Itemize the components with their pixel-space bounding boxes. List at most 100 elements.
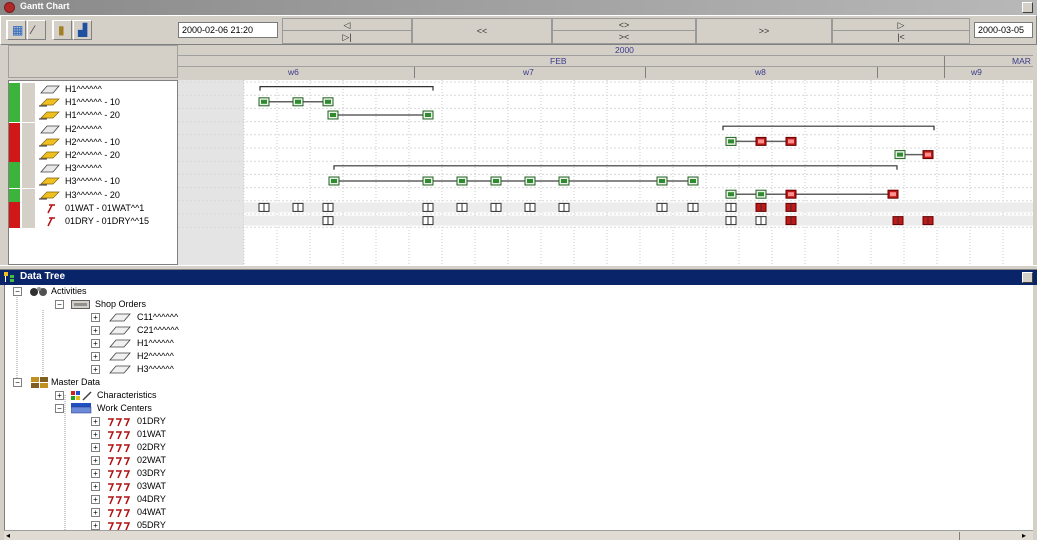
gantt-row-label[interactable]: H2^^^^^^ bbox=[9, 122, 179, 136]
gantt-row-label[interactable]: 01WAT - 01WAT^^1 bbox=[9, 201, 179, 215]
expand-toggle[interactable]: + bbox=[55, 391, 64, 400]
zoom-in-button[interactable]: <> bbox=[553, 19, 695, 31]
gantt-row-label[interactable]: 01DRY - 01DRY^^15 bbox=[9, 215, 179, 228]
gantt-bar-fill[interactable] bbox=[897, 152, 903, 157]
delete-button[interactable]: ▮ bbox=[53, 20, 72, 40]
gantt-bar-fill[interactable] bbox=[330, 113, 336, 117]
gantt-chart-canvas[interactable] bbox=[178, 80, 1033, 265]
gantt-bar-fill[interactable] bbox=[758, 139, 764, 144]
row-selector[interactable] bbox=[22, 135, 35, 149]
gantt-bar-fill[interactable] bbox=[890, 192, 896, 197]
tree-label: C21^^^^^^ bbox=[137, 325, 179, 335]
row-selector[interactable] bbox=[22, 175, 35, 189]
shop-order-icon bbox=[109, 352, 131, 361]
gantt-row-label[interactable]: H3^^^^^^ - 10 bbox=[9, 175, 179, 189]
chart-config-button[interactable]: ▟ bbox=[73, 20, 92, 40]
gantt-bar-fill[interactable] bbox=[690, 179, 696, 183]
work-center-icon bbox=[108, 509, 131, 518]
scroll-left-button[interactable]: ◁ bbox=[283, 19, 411, 31]
row-selector[interactable] bbox=[22, 109, 35, 123]
gantt-bar-fill[interactable] bbox=[493, 179, 499, 183]
expand-toggle[interactable]: + bbox=[91, 339, 100, 348]
tree-label: Shop Orders bbox=[95, 299, 147, 309]
row-selector[interactable] bbox=[22, 162, 35, 176]
gantt-chart-area[interactable] bbox=[178, 80, 1033, 265]
gantt-bar-fill[interactable] bbox=[925, 152, 931, 157]
zoom-out-button[interactable]: >< bbox=[553, 31, 695, 43]
gantt-bar-fill[interactable] bbox=[527, 179, 533, 183]
expand-toggle[interactable]: + bbox=[91, 365, 100, 374]
gantt-bar-fill[interactable] bbox=[425, 179, 431, 183]
scroll-end-button[interactable]: |< bbox=[833, 31, 969, 43]
expand-toggle[interactable]: + bbox=[91, 495, 100, 504]
gantt-bar-fill[interactable] bbox=[728, 192, 734, 197]
gantt-row-label[interactable]: H3^^^^^^ - 20 bbox=[9, 188, 179, 202]
gantt-bar-fill[interactable] bbox=[788, 139, 794, 144]
row-selector[interactable] bbox=[22, 215, 35, 228]
row-label-text: 01WAT - 01WAT^^1 bbox=[65, 202, 145, 213]
gantt-row-label[interactable]: H1^^^^^^ - 20 bbox=[9, 109, 179, 123]
display-settings-button[interactable]: ▦ bbox=[7, 20, 26, 40]
row-selector[interactable] bbox=[22, 188, 35, 202]
gantt-row-label[interactable]: H1^^^^^^ bbox=[9, 83, 179, 96]
expand-toggle[interactable]: + bbox=[91, 521, 100, 530]
expand-toggle[interactable]: + bbox=[91, 508, 100, 517]
gantt-bar-fill[interactable] bbox=[659, 179, 665, 183]
gantt-bar-fill[interactable] bbox=[728, 139, 734, 144]
gantt-bar-fill[interactable] bbox=[758, 192, 764, 197]
work-center-icon bbox=[108, 496, 131, 505]
scroll-left-arrow-icon[interactable]: ◂ bbox=[6, 531, 10, 540]
gantt-bar-fill[interactable] bbox=[261, 99, 267, 104]
gantt-row-label[interactable]: H2^^^^^^ - 10 bbox=[9, 135, 179, 149]
window-control-button[interactable] bbox=[1022, 2, 1033, 13]
scroll-right-button[interactable]: ▷ bbox=[833, 19, 969, 31]
edit-button[interactable]: ⁄ bbox=[27, 20, 46, 40]
expand-toggle[interactable]: + bbox=[91, 430, 100, 439]
shop-order-icon bbox=[109, 313, 131, 322]
scrollbar-thumb[interactable] bbox=[959, 532, 967, 540]
expand-toggle[interactable]: + bbox=[91, 482, 100, 491]
work-center-icon bbox=[108, 457, 131, 466]
gantt-bar-fill[interactable] bbox=[425, 113, 431, 117]
row-selector[interactable] bbox=[22, 96, 35, 110]
row-selector[interactable] bbox=[22, 149, 35, 162]
collapse-toggle[interactable]: − bbox=[55, 404, 64, 413]
scroll-right-arrow-icon[interactable]: ▸ bbox=[1022, 531, 1026, 540]
page-forward-button[interactable]: >> bbox=[696, 18, 832, 44]
horizontal-scrollbar[interactable]: ◂ ▸ bbox=[4, 530, 1033, 540]
gantt-bar-fill[interactable] bbox=[788, 192, 794, 197]
row-selector[interactable] bbox=[22, 83, 35, 96]
summary-bracket[interactable] bbox=[259, 86, 434, 91]
expand-toggle[interactable]: + bbox=[91, 456, 100, 465]
tree-label: Characteristics bbox=[97, 390, 157, 400]
collapse-toggle[interactable]: − bbox=[13, 287, 22, 296]
expand-toggle[interactable]: + bbox=[91, 417, 100, 426]
collapse-toggle[interactable]: − bbox=[13, 378, 22, 387]
gantt-bar-fill[interactable] bbox=[459, 179, 465, 183]
gantt-bar-fill[interactable] bbox=[325, 99, 331, 104]
gantt-bar-fill[interactable] bbox=[561, 179, 567, 183]
gantt-row-label[interactable]: H2^^^^^^ - 20 bbox=[9, 149, 179, 162]
zoom-group: <> >< bbox=[552, 18, 696, 44]
expand-toggle[interactable]: + bbox=[91, 469, 100, 478]
collapse-toggle[interactable]: − bbox=[55, 300, 64, 309]
summary-bracket[interactable] bbox=[722, 125, 935, 131]
expand-toggle[interactable]: + bbox=[91, 352, 100, 361]
page-back-button[interactable]: << bbox=[412, 18, 552, 44]
row-selector[interactable] bbox=[22, 122, 35, 136]
start-date-field[interactable]: 2000-02-06 21:20 bbox=[178, 22, 278, 38]
gantt-row-label[interactable]: H3^^^^^^ bbox=[9, 162, 179, 176]
expand-toggle[interactable]: + bbox=[91, 313, 100, 322]
tree-label: 04DRY bbox=[137, 494, 166, 504]
gantt-bar-fill[interactable] bbox=[331, 179, 337, 183]
gantt-bar-fill[interactable] bbox=[295, 99, 301, 104]
expand-toggle[interactable]: + bbox=[91, 443, 100, 452]
summary-bracket[interactable] bbox=[333, 165, 898, 170]
row-selector[interactable] bbox=[22, 201, 35, 215]
row-header-corner bbox=[8, 45, 178, 78]
data-tree-control-button[interactable] bbox=[1022, 272, 1033, 283]
gantt-row-label[interactable]: H1^^^^^^ - 10 bbox=[9, 96, 179, 110]
end-date-field[interactable]: 2000-03-05 bbox=[974, 22, 1033, 38]
scroll-start-button[interactable]: ▷| bbox=[283, 31, 411, 43]
expand-toggle[interactable]: + bbox=[91, 326, 100, 335]
